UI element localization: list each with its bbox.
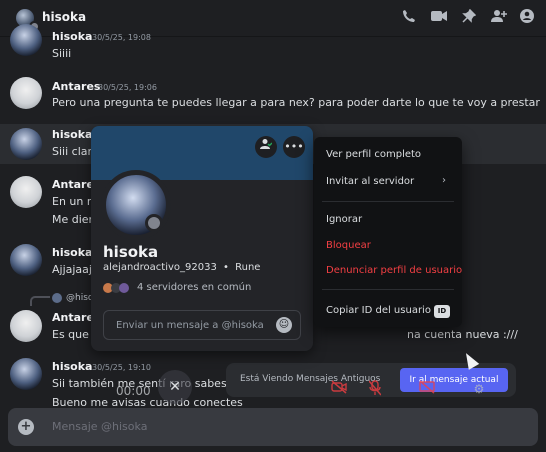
menu-item-block[interactable]: Bloquear bbox=[326, 240, 371, 251]
mutual-server-icons bbox=[103, 283, 129, 293]
settings-icon[interactable]: ⚙ bbox=[470, 380, 488, 398]
add-attachment-icon[interactable]: + bbox=[18, 419, 34, 435]
message-author[interactable]: hisoka bbox=[52, 128, 92, 141]
username-text: alejandroactivo_92033 bbox=[103, 262, 217, 273]
avatar[interactable] bbox=[10, 176, 42, 208]
message-author[interactable]: hisoka bbox=[52, 246, 92, 259]
reply-reference[interactable]: @hiso bbox=[66, 293, 93, 303]
avatar[interactable] bbox=[10, 244, 42, 276]
message-text: Siiii bbox=[52, 47, 72, 60]
menu-divider bbox=[322, 289, 454, 290]
emoji-icon[interactable]: ☺ bbox=[276, 317, 292, 333]
message-text: Pero una pregunta te puedes llegar a par… bbox=[52, 96, 540, 109]
message-timestamp: 30/5/25, 19:10 bbox=[92, 363, 151, 372]
message-author[interactable]: hisoka bbox=[52, 360, 92, 373]
mic-off-icon[interactable] bbox=[366, 380, 384, 398]
message-author[interactable]: hisoka bbox=[52, 30, 92, 43]
profile-display-name: hisoka bbox=[103, 243, 159, 261]
message-author[interactable]: Antares bbox=[52, 80, 100, 93]
message-text: Siii clar bbox=[52, 145, 93, 158]
camera-off-icon[interactable] bbox=[330, 380, 348, 398]
menu-item-invite-server[interactable]: Invitar al servidor bbox=[326, 176, 414, 187]
profile-icon[interactable] bbox=[518, 9, 536, 27]
reply-connector bbox=[30, 296, 50, 306]
old-messages-label: Está Viendo Mensajes Antiguos bbox=[240, 374, 381, 384]
close-icon[interactable]: ✕ bbox=[158, 370, 192, 404]
message-text: Ajjajaaj bbox=[52, 263, 92, 276]
avatar[interactable] bbox=[10, 310, 42, 342]
profile-context-menu: Ver perfil completo Invitar al servidor … bbox=[314, 137, 462, 327]
menu-item-report[interactable]: Denunciar perfil de usuario bbox=[326, 265, 462, 276]
id-badge-icon: ID bbox=[434, 305, 450, 318]
menu-item-view-profile[interactable]: Ver perfil completo bbox=[326, 149, 421, 160]
pin-icon[interactable] bbox=[460, 8, 478, 27]
avatar[interactable] bbox=[10, 358, 42, 390]
profile-username: alejandroactivo_92033 • Rune bbox=[103, 262, 260, 273]
user-profile-popout: ••• hisoka alejandroactivo_92033 • Rune … bbox=[91, 126, 313, 351]
profile-rune: Rune bbox=[235, 262, 261, 273]
menu-divider bbox=[322, 201, 454, 202]
avatar bbox=[52, 293, 62, 303]
avatar[interactable] bbox=[101, 170, 171, 240]
chevron-right-icon: › bbox=[442, 175, 446, 186]
call-timer: 00:00 bbox=[116, 384, 151, 398]
avatar[interactable] bbox=[10, 128, 42, 160]
video-icon[interactable] bbox=[430, 9, 448, 27]
separator-dot: • bbox=[223, 262, 229, 273]
message-text: Me dier bbox=[52, 213, 94, 226]
message-text-tail: na cuenta nueva :/// bbox=[407, 328, 518, 341]
profile-message-input[interactable]: Enviar un mensaje a @hisoka ☺ bbox=[103, 310, 301, 340]
header-username[interactable]: hisoka bbox=[42, 10, 86, 24]
status-indicator bbox=[145, 214, 163, 232]
message-timestamp: 30/5/25, 19:06 bbox=[98, 83, 157, 92]
profile-message-placeholder: Enviar un mensaje a @hisoka bbox=[116, 320, 264, 331]
friend-check-icon[interactable] bbox=[255, 136, 277, 158]
menu-item-copy-id[interactable]: Copiar ID del usuario bbox=[326, 305, 431, 316]
message-composer[interactable]: + Mensaje @hisoka bbox=[8, 408, 538, 446]
composer-placeholder: Mensaje @hisoka bbox=[52, 420, 148, 433]
phone-icon[interactable] bbox=[400, 9, 418, 27]
mutual-servers-link[interactable]: 4 servidores en común bbox=[137, 282, 251, 293]
screen-share-off-icon[interactable] bbox=[418, 380, 436, 398]
message-timestamp: 30/5/25, 19:08 bbox=[92, 33, 151, 42]
avatar[interactable] bbox=[10, 24, 42, 56]
menu-item-ignore[interactable]: Ignorar bbox=[326, 214, 362, 225]
more-icon[interactable]: ••• bbox=[283, 136, 305, 158]
avatar[interactable] bbox=[10, 77, 42, 109]
jump-to-present-button[interactable]: Ir al mensaje actual bbox=[400, 368, 508, 392]
add-friend-icon[interactable] bbox=[490, 9, 508, 27]
